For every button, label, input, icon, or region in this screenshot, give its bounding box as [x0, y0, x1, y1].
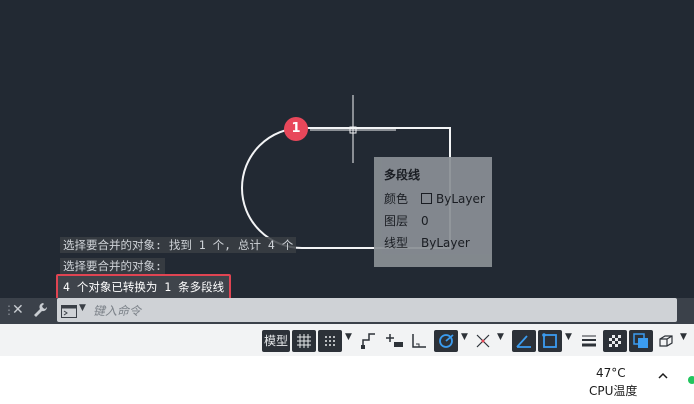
grid-icon[interactable] [292, 330, 316, 352]
command-history-line-2: 选择要合并的对象: [60, 258, 165, 274]
color-swatch-icon [421, 193, 432, 204]
step-badge: 1 [284, 117, 308, 141]
tooltip-value-color: ByLayer [421, 191, 485, 207]
tooltip-label-layer: 图层 [384, 214, 409, 228]
object-snap-icon[interactable] [538, 330, 562, 352]
model-tab[interactable]: 模型 [262, 330, 290, 352]
close-icon[interactable]: ✕ [12, 302, 24, 318]
cpu-temperature-label: CPU温度 [589, 384, 638, 398]
command-placeholder: 键入命令 [93, 304, 142, 318]
cpu-temperature-value: 47°C [596, 366, 626, 380]
snap-dropdown-icon[interactable]: ▼ [345, 332, 352, 342]
polar-dropdown-icon[interactable]: ▼ [461, 332, 468, 342]
ortho-icon[interactable] [408, 330, 430, 352]
command-history-line-1: 选择要合并的对象: 找到 1 个, 总计 4 个 [60, 237, 297, 253]
command-line-bar: ⋮ ✕ ▼ 键入命令 [0, 298, 694, 324]
tooltip-title: 多段线 [384, 168, 421, 182]
polyline-drawing [241, 95, 451, 249]
polar-tracking-icon[interactable] [434, 330, 458, 352]
isodraft-dropdown-icon[interactable]: ▼ [497, 332, 504, 342]
snap-icon[interactable] [318, 330, 342, 352]
drawing-canvas[interactable]: 1 多段线 颜色 ByLayer 图层 0 线型 ByLayer 选择要合并的对… [0, 0, 694, 300]
3d-osnap-icon[interactable] [655, 330, 677, 352]
status-dot-icon [688, 376, 694, 384]
object-snap-tracking-icon[interactable] [512, 330, 536, 352]
tooltip-label-color: 颜色 [384, 192, 409, 206]
tooltip-label-linetype: 线型 [384, 236, 409, 250]
dropdown-arrow-icon[interactable]: ▼ [79, 303, 86, 313]
lineweight-icon[interactable] [578, 330, 600, 352]
dynamic-input-icon[interactable] [384, 330, 406, 352]
windows-taskbar: 47°C CPU温度 [0, 356, 694, 404]
command-history-line-3-highlighted: 4 个对象已转换为 1 条多段线 [56, 274, 232, 300]
status-bar: 模型 ▼ ▼ ▼ ▼ ▼ [0, 324, 694, 356]
transparency-icon[interactable] [603, 330, 627, 352]
isodraft-icon[interactable] [472, 330, 494, 352]
wrench-icon[interactable] [32, 301, 48, 323]
show-hidden-icons-icon[interactable] [656, 368, 670, 387]
infer-constraints-icon[interactable] [358, 330, 380, 352]
command-prompt-icon[interactable] [61, 303, 77, 322]
object-snap-dropdown-icon[interactable]: ▼ [565, 332, 572, 342]
tooltip-value-linetype: ByLayer [421, 236, 470, 250]
selection-cycling-icon[interactable] [629, 330, 653, 352]
command-input[interactable]: ▼ 键入命令 [57, 298, 677, 322]
tooltip-value-layer: 0 [421, 214, 429, 228]
3d-osnap-dropdown-icon[interactable]: ▼ [680, 332, 687, 342]
object-tooltip: 多段线 颜色 ByLayer 图层 0 线型 ByLayer [374, 157, 492, 267]
